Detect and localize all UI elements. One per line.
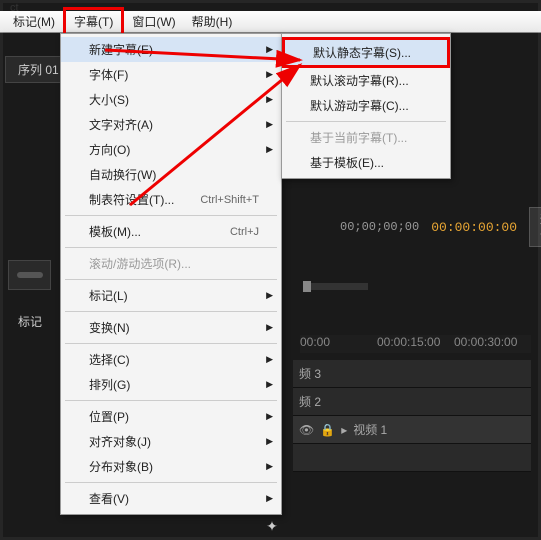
menu-separator (65, 343, 277, 344)
menu-item-label: 滚动/游动选项(R)... (89, 255, 191, 272)
menu-item[interactable]: 对齐对象(J) ▶ (61, 429, 281, 454)
menu-item-label: 制表符设置(T)... (89, 191, 174, 208)
menu-item-label: 自动换行(W) (89, 166, 156, 183)
chevron-right-icon: ▶ (266, 144, 273, 155)
track-row[interactable]: 频 3 (293, 360, 531, 388)
menu-window[interactable]: 窗口(W) (124, 10, 183, 33)
menu-item[interactable]: 变换(N) ▶ (61, 315, 281, 340)
menu-item[interactable]: 方向(O) ▶ (61, 137, 281, 162)
menu-shortcut: Ctrl+Shift+T (200, 194, 259, 206)
timeline-zoom-slider[interactable] (303, 283, 368, 290)
menu-item[interactable]: 标记(L) ▶ (61, 283, 281, 308)
new-title-submenu: 默认静态字幕(S)... 默认滚动字幕(R)... 默认游动字幕(C)... 基于当前… (281, 33, 451, 179)
menu-item[interactable]: 位置(P) ▶ (61, 404, 281, 429)
timecode-area: 00;00;00;00 00:00:00:00 适合 (340, 207, 541, 247)
menu-item-label: 查看(V) (89, 490, 129, 507)
submenu-item[interactable]: 默认滚动字幕(R)... (282, 68, 450, 93)
track-label: 频 2 (299, 393, 321, 410)
sequence-tab-label: 序列 01 (18, 63, 59, 77)
chevron-right-icon: ▶ (266, 322, 273, 333)
menu-item[interactable]: 查看(V) ▶ (61, 486, 281, 511)
menu-separator (65, 311, 277, 312)
chevron-right-icon: ▶ (266, 379, 273, 390)
menu-item-label: 分布对象(B) (89, 458, 153, 475)
ruler-tick: 00:00 (300, 335, 377, 353)
track-row[interactable] (293, 444, 531, 472)
submenu-item[interactable]: 基于模板(E)... (282, 150, 450, 175)
menu-item[interactable]: 分布对象(B) ▶ (61, 454, 281, 479)
menu-item-label: 大小(S) (89, 91, 129, 108)
menu-item-label: 排列(G) (89, 376, 130, 393)
menu-separator (65, 482, 277, 483)
menu-shortcut: Ctrl+J (230, 226, 259, 238)
track-label: 频 3 (299, 365, 321, 382)
opacity-slider[interactable] (8, 260, 51, 290)
chevron-right-icon: ▶ (266, 354, 273, 365)
menu-item-label: 对齐对象(J) (89, 433, 151, 450)
menu-item-label: 变换(N) (89, 319, 130, 336)
eye-icon[interactable]: 👁 (299, 423, 314, 437)
track-row[interactable]: 👁 🔒 ▸ 视频 1 (293, 416, 531, 444)
submenu-item[interactable]: 默认游动字幕(C)... (282, 93, 450, 118)
menu-separator (65, 215, 277, 216)
timeline-ruler[interactable]: 00:00 00:00:15:00 00:00:30:00 (300, 335, 531, 353)
menu-item[interactable]: 模板(M)... Ctrl+J (61, 219, 281, 244)
chevron-right-icon: ▶ (266, 69, 273, 80)
track-row[interactable]: 频 2 (293, 388, 531, 416)
menu-item[interactable]: 字体(F) ▶ (61, 62, 281, 87)
menu-item-label: 新建字幕(E) (89, 41, 153, 58)
marker-panel-label: 标记 (18, 313, 42, 330)
title-dropdown: 新建字幕(E) ▶ 字体(F) ▶ 大小(S) ▶ 文字对齐(A) ▶ 方向(O) ▶ 自动换行(W… (60, 33, 282, 515)
menu-item[interactable]: 新建字幕(E) ▶ (61, 37, 281, 62)
menu-item-label: 选择(C) (89, 351, 130, 368)
track-label: 视频 1 (353, 421, 387, 438)
submenu-item-label: 默认游动字幕(C)... (310, 97, 409, 114)
ruler-tick: 00:00:30:00 (454, 335, 531, 353)
submenu-item-label: 基于模板(E)... (310, 154, 384, 171)
menu-item-label: 位置(P) (89, 408, 129, 425)
chevron-right-icon: ▶ (266, 493, 273, 504)
menu-separator (65, 279, 277, 280)
menu-separator (65, 400, 277, 401)
menu-item[interactable]: 文字对齐(A) ▶ (61, 112, 281, 137)
submenu-item[interactable]: 默认静态字幕(S)... (282, 37, 450, 68)
menu-item-label: 标记(L) (89, 287, 128, 304)
chevron-right-icon: ▶ (266, 94, 273, 105)
submenu-item-label: 默认静态字幕(S)... (313, 44, 411, 61)
wand-tool-icon[interactable]: ✦ (262, 516, 282, 536)
menu-help[interactable]: 帮助(H) (184, 10, 241, 33)
chevron-down-icon[interactable]: ▸ (341, 423, 347, 437)
menu-item[interactable]: 自动换行(W) (61, 162, 281, 187)
submenu-item-label: 基于当前字幕(T)... (310, 129, 407, 146)
menu-item-label: 方向(O) (89, 141, 130, 158)
menu-separator (65, 247, 277, 248)
submenu-item-label: 默认滚动字幕(R)... (310, 72, 409, 89)
zoom-fit-button[interactable]: 适合 (529, 207, 541, 247)
menu-item-label: 字体(F) (89, 66, 128, 83)
menu-separator (286, 121, 446, 122)
menu-item[interactable]: 排列(G) ▶ (61, 372, 281, 397)
menu-item-label: 文字对齐(A) (89, 116, 153, 133)
menu-title[interactable]: 字幕(T) (63, 7, 124, 36)
menu-item[interactable]: 制表符设置(T)... Ctrl+Shift+T (61, 187, 281, 212)
menubar: ct 标记(M) 字幕(T) 窗口(W) 帮助(H) (0, 11, 541, 33)
timecode-source: 00;00;00;00 (340, 220, 419, 234)
chevron-right-icon: ▶ (266, 461, 273, 472)
ruler-tick: 00:00:15:00 (377, 335, 454, 353)
chevron-right-icon: ▶ (266, 290, 273, 301)
timecode-program[interactable]: 00:00:00:00 (431, 220, 517, 235)
chevron-right-icon: ▶ (266, 436, 273, 447)
menu-item[interactable]: 选择(C) ▶ (61, 347, 281, 372)
menu-item: 滚动/游动选项(R)... (61, 251, 281, 276)
app-title: ct (10, 2, 19, 14)
chevron-right-icon: ▶ (266, 44, 273, 55)
chevron-right-icon: ▶ (266, 411, 273, 422)
lock-icon[interactable]: 🔒 (320, 423, 335, 437)
timeline-tracks: 频 3 频 2 👁 🔒 ▸ 视频 1 (293, 360, 531, 472)
menu-item-label: 模板(M)... (89, 223, 141, 240)
submenu-item: 基于当前字幕(T)... (282, 125, 450, 150)
chevron-right-icon: ▶ (266, 119, 273, 130)
menu-item[interactable]: 大小(S) ▶ (61, 87, 281, 112)
